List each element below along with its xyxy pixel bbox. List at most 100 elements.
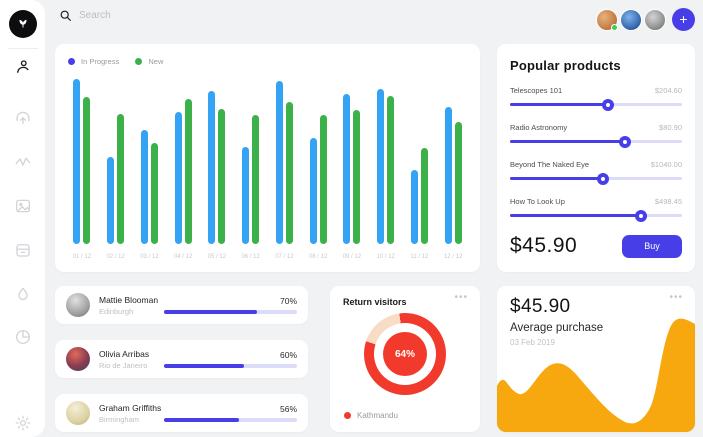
price-slider[interactable] — [510, 135, 682, 148]
in-progress-legend-dot — [68, 58, 75, 65]
user-progress-card: Olivia Arribas Rio de Janeiro 60% — [55, 340, 308, 378]
calendar-icon — [15, 244, 30, 257]
product-row: Beyond The Naked Eye $1040.00 — [510, 160, 682, 185]
gear-icon — [15, 415, 30, 431]
bar-labels: 01 / 12 02 / 12 03 / 12 04 / 12 05 / 12 06 / … — [65, 254, 470, 260]
user-progress-bar — [164, 364, 297, 368]
product-price: $498.45 — [654, 197, 682, 206]
bar-in-progress — [242, 146, 250, 244]
popular-products-title: Popular products — [510, 58, 621, 73]
bar-group — [268, 80, 302, 244]
app-logo[interactable] — [8, 10, 37, 38]
user-progress: 56% — [164, 404, 297, 422]
bar-in-progress — [140, 130, 148, 244]
search-input[interactable] — [79, 10, 239, 21]
user-percent: 56% — [279, 404, 297, 414]
price-slider[interactable] — [510, 98, 682, 111]
product-line: Beyond The Naked Eye $1040.00 — [510, 160, 682, 169]
search-bar[interactable] — [59, 9, 239, 22]
sidebar-item-settings[interactable] — [14, 414, 32, 432]
buy-button[interactable]: Buy — [622, 234, 682, 258]
bar-group — [234, 90, 268, 244]
user-progress-fill — [164, 364, 244, 368]
bar-group — [436, 90, 470, 244]
price-slider[interactable] — [510, 209, 682, 222]
slider-thumb[interactable] — [596, 172, 609, 185]
user-city: Birmingham — [99, 414, 140, 424]
bar-x-label: 03 / 12 — [140, 254, 159, 260]
avatar-user-2[interactable] — [620, 8, 642, 31]
price-slider[interactable] — [510, 172, 682, 185]
purchase-label: Average purchase — [510, 322, 604, 334]
bar-in-progress — [174, 112, 182, 244]
sidebar-item-upload[interactable] — [14, 110, 32, 128]
sidebar-item-users[interactable] — [14, 58, 32, 76]
bar-x-label: 02 / 12 — [106, 254, 125, 260]
bar-new — [420, 148, 428, 244]
topbar: + — [45, 0, 703, 38]
product-row: How To Look Up $498.45 — [510, 197, 682, 222]
bar-new — [319, 115, 327, 244]
visitors-donut-chart: 64% — [364, 313, 446, 395]
avatar-user-3[interactable] — [644, 8, 666, 31]
add-button[interactable]: + — [672, 8, 695, 31]
bar-group — [301, 90, 335, 244]
sidebar-item-archive[interactable] — [14, 241, 32, 259]
online-status-dot — [611, 23, 618, 31]
user-city: Rio de Janeiro — [99, 360, 148, 370]
slider-fill — [510, 140, 626, 143]
bar-group — [335, 90, 369, 244]
bar-in-progress — [107, 156, 115, 244]
product-name: How To Look Up — [510, 197, 565, 206]
products-footer: $45.90 Buy — [510, 234, 682, 258]
sidebar — [0, 0, 45, 437]
slider-thumb[interactable] — [619, 135, 632, 148]
sidebar-item-activity[interactable] — [14, 153, 32, 171]
bar-group — [166, 90, 200, 244]
bar-group — [200, 90, 234, 244]
image-icon — [15, 199, 30, 213]
slider-fill — [510, 177, 603, 180]
bar-x-label: 07 / 12 — [275, 254, 294, 260]
bar-in-progress — [275, 80, 283, 244]
user-progress-card: Mattie Blooman Edinburgh 70% — [55, 286, 308, 324]
more-options-icon[interactable] — [669, 292, 683, 303]
user-progress: 70% — [164, 296, 297, 314]
bar-group — [65, 79, 99, 244]
avatar-user-1[interactable] — [596, 8, 618, 31]
bar-in-progress — [309, 138, 317, 244]
topbar-avatars: + — [596, 8, 695, 31]
bar-x-label: 01 / 12 — [72, 254, 92, 260]
product-row: Telescopes 101 $204.60 — [510, 86, 682, 111]
user-name: Graham Griffiths — [99, 402, 162, 413]
slider-fill — [510, 214, 641, 217]
bar-new — [353, 110, 361, 244]
user-info: Mattie Blooman Edinburgh — [99, 295, 164, 316]
slider-thumb[interactable] — [634, 209, 647, 222]
bar-new — [252, 115, 260, 244]
sidebar-item-media[interactable] — [14, 197, 32, 215]
user-progress-bar — [164, 310, 297, 314]
leaf-logo-icon — [18, 19, 27, 28]
user-percent: 60% — [279, 350, 297, 360]
sidebar-item-liquid[interactable] — [14, 285, 32, 303]
product-name: Radio Astronomy — [510, 123, 568, 132]
activity-icon — [15, 157, 30, 166]
return-visitors-card: Return visitors 64% Kathmandu — [330, 286, 480, 432]
product-price: $80.90 — [659, 123, 682, 132]
legend-item-in-progress: In Progress — [68, 57, 119, 66]
user-progress-card: Graham Griffiths Birmingham 56% — [55, 394, 308, 432]
user-name: Olivia Arribas — [99, 348, 150, 359]
bar-new — [387, 95, 395, 244]
user-city: Edinburgh — [99, 306, 134, 316]
bar-in-progress — [208, 90, 216, 244]
more-options-icon[interactable] — [454, 292, 468, 303]
product-line: How To Look Up $498.45 — [510, 197, 682, 206]
bar-x-label: 04 / 12 — [173, 254, 193, 260]
user-progress-fill — [164, 310, 258, 314]
sidebar-item-reports[interactable] — [14, 328, 32, 346]
upload-cloud-icon — [15, 111, 30, 125]
slider-thumb[interactable] — [602, 98, 615, 111]
chart-legend: In Progress New — [68, 57, 163, 66]
bar-new — [218, 108, 226, 244]
